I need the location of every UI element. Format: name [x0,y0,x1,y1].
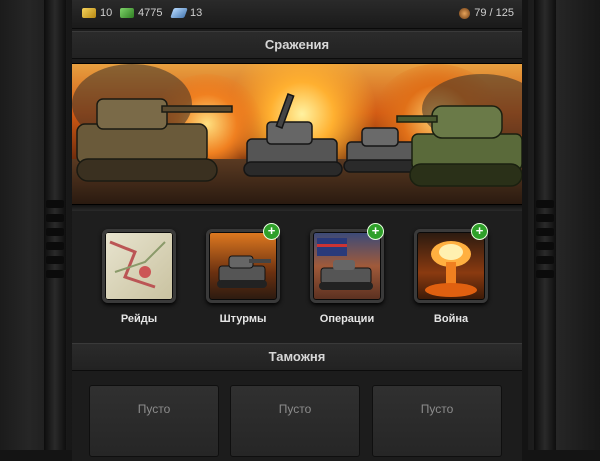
right-frame-column [534,0,556,450]
gold-value: 10 [100,7,113,19]
customs-slot-3[interactable]: Пусто [372,385,502,457]
battle-assaults[interactable]: + Штурмы [206,223,280,325]
customs-slot-2[interactable]: Пусто [230,385,360,457]
war-plus-icon[interactable]: + [471,223,488,240]
battles-section-title: Сражения [72,31,522,59]
customs-slots: Пусто Пусто Пусто [72,371,522,461]
flag-tanks-icon [317,238,373,290]
battle-label-operations: Операции [319,313,375,325]
raids-map-icon[interactable] [102,229,176,303]
mushroom-cloud-icon [425,241,477,297]
battle-label-raids: Рейды [120,313,158,325]
battles-banner-image [72,63,522,205]
tanks-illustration [76,93,522,187]
gold-bar-icon [82,8,96,18]
assaults-tank-icon[interactable] [206,229,280,303]
map-icon [109,240,166,289]
game-panel: 10 4775 13 79 / 125 Сражения Рейды + Шту… [72,0,522,461]
capacity-resource: 79 / 125 [459,7,514,19]
battle-raids[interactable]: Рейды [102,229,176,325]
tank-icon [217,255,271,288]
assaults-plus-icon[interactable]: + [263,223,280,240]
capacity-icon [459,7,471,19]
gold-resource: 10 [82,7,112,19]
capacity-value: 79 / 125 [474,7,514,19]
cash-icon [120,8,134,18]
operations-tanks-icon[interactable] [310,229,384,303]
cash-value: 4775 [138,7,163,19]
cash-resource: 4775 [120,7,162,19]
fuel-icon [170,8,188,18]
battle-types: Рейды + Штурмы + Операции + Война [72,211,522,343]
fuel-value: 13 [190,7,203,19]
battle-label-war: Война [433,313,469,325]
resource-bar: 10 4775 13 79 / 125 [72,0,522,29]
battle-war[interactable]: + Война [414,223,488,325]
battle-label-assaults: Штурмы [219,313,267,325]
operations-plus-icon[interactable]: + [367,223,384,240]
battle-operations[interactable]: + Операции [310,223,384,325]
left-frame-column [44,0,66,450]
customs-slot-1[interactable]: Пусто [89,385,219,457]
war-nuke-icon[interactable] [414,229,488,303]
customs-section-title: Таможня [72,343,522,371]
fuel-resource: 13 [170,7,203,19]
